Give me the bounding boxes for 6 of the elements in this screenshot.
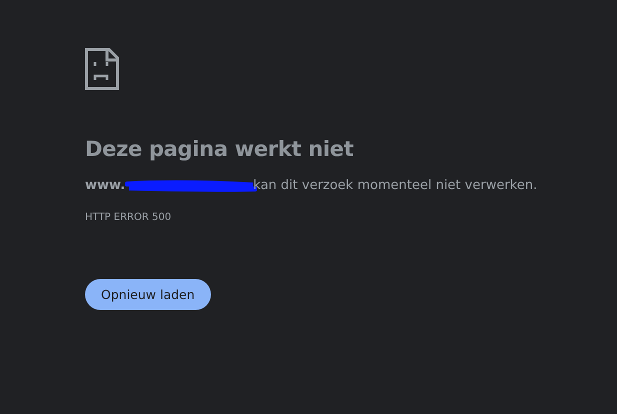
sad-page-icon — [85, 48, 119, 90]
error-message: kan dit verzoek momenteel niet verwerken. — [253, 178, 538, 193]
reload-button[interactable]: Opnieuw laden — [85, 279, 211, 310]
error-title: Deze pagina werkt niet — [85, 137, 354, 161]
error-code: HTTP ERROR 500 — [85, 212, 172, 223]
url-text: www. — [85, 178, 126, 193]
